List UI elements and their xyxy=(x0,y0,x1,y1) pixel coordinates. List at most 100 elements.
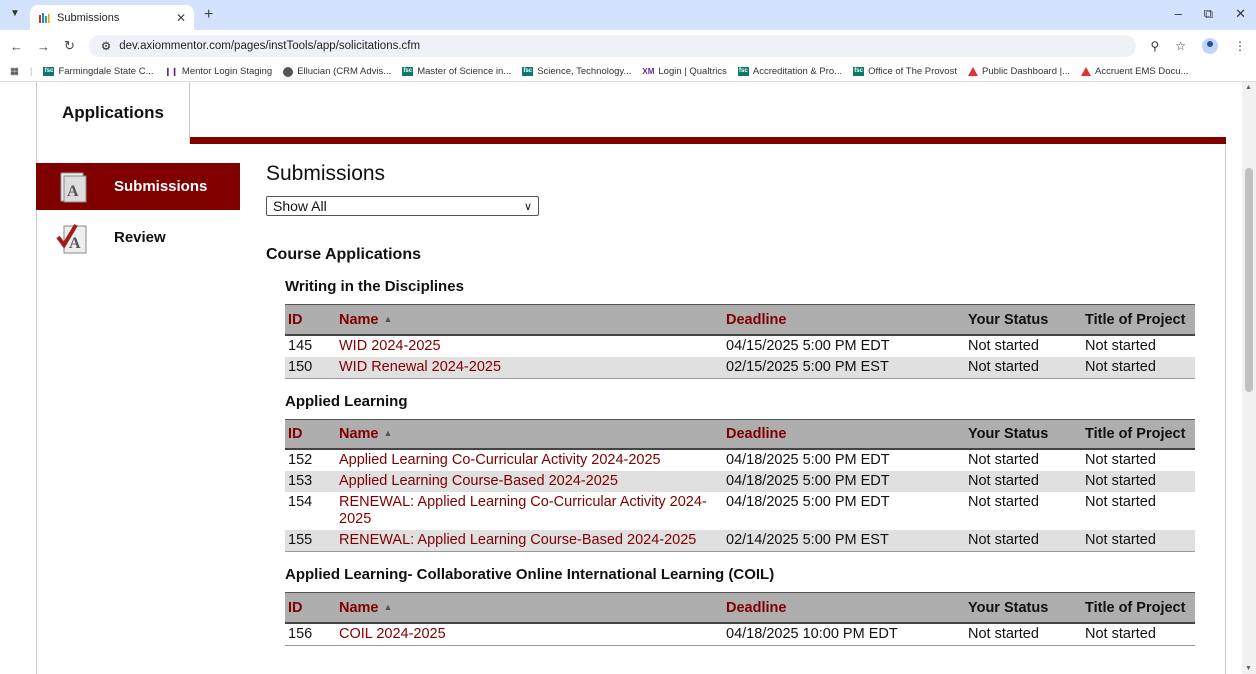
column-header-label: ID xyxy=(288,599,303,616)
mentor-favicon-icon xyxy=(39,12,50,23)
bookmark-star-icon[interactable]: ☆ xyxy=(1175,39,1186,53)
bookmark-label: Master of Science in... xyxy=(417,66,512,77)
scroll-up-icon[interactable]: ▲ xyxy=(1245,84,1252,91)
column-header-id[interactable]: ID xyxy=(285,593,336,623)
bookmark-item[interactable]: fsc Science, Technology... xyxy=(522,66,631,77)
filter-select[interactable]: Show All ∨ xyxy=(266,196,539,216)
bookmark-item[interactable]: Ellucian (CRM Advis... xyxy=(283,66,391,77)
bookmark-item[interactable]: fsc Accreditation & Pro... xyxy=(737,66,843,77)
site-info-icon[interactable]: ⚙ xyxy=(101,39,111,53)
cell-project: Not started xyxy=(1085,625,1156,642)
application-name-link[interactable]: COIL 2024-2025 xyxy=(336,623,723,646)
bookmark-item[interactable]: Accruent EMS Docu... xyxy=(1081,66,1188,77)
column-header-project[interactable]: Title of Project xyxy=(1082,305,1195,335)
forward-icon[interactable]: → xyxy=(37,39,50,54)
scrollbar-thumb[interactable] xyxy=(1245,168,1253,392)
column-header-deadline[interactable]: Deadline xyxy=(723,593,965,623)
submissions-table: ID Name ▲ Deadline Your Status Title of Proje… xyxy=(285,304,1195,379)
column-header-label: Title of Project xyxy=(1085,599,1186,616)
column-header-status[interactable]: Your Status xyxy=(965,305,1082,335)
application-name-link[interactable]: Applied Learning Course-Based 2024-2025 xyxy=(336,471,723,492)
bookmark-label: Ellucian (CRM Advis... xyxy=(297,66,392,77)
browser-tab-strip: ▼ Submissions ✕ + – ⧉ ✕ xyxy=(0,0,1256,30)
cell-project: Not started xyxy=(1085,452,1156,468)
tab-close-icon[interactable]: ✕ xyxy=(176,11,186,25)
sidebar-item-label: Submissions xyxy=(114,178,208,195)
cell-deadline: 02/14/2025 5:00 PM EST xyxy=(726,532,889,548)
column-header-deadline[interactable]: Deadline xyxy=(723,419,965,449)
side-navigation: A Submissions A Review xyxy=(36,163,240,265)
sidebar-item-submissions[interactable]: A Submissions xyxy=(36,163,240,210)
cell-id: 150 xyxy=(288,358,313,375)
sort-ascending-icon: ▲ xyxy=(383,428,393,439)
cell-deadline: 04/18/2025 5:00 PM EDT xyxy=(726,494,890,510)
application-name-link[interactable]: RENEWAL: Applied Learning Course-Based 2… xyxy=(336,530,723,552)
profile-avatar-icon[interactable] xyxy=(1202,38,1218,54)
column-header-status[interactable]: Your Status xyxy=(965,593,1082,623)
apps-grid-icon[interactable]: ▦ xyxy=(10,66,19,77)
zoom-icon[interactable]: ⚲ xyxy=(1150,39,1159,53)
page-viewport: Applications A Submissions A Review Subm… xyxy=(0,82,1256,674)
column-header-id[interactable]: ID xyxy=(285,419,336,449)
fsc-icon: fsc xyxy=(402,67,414,76)
review-check-icon: A xyxy=(56,223,87,253)
sort-ascending-icon: ▲ xyxy=(383,313,393,324)
table-row: 150 WID Renewal 2024-2025 02/15/2025 5:00 … xyxy=(285,356,1195,379)
bookmark-item[interactable]: fsc Master of Science in... xyxy=(402,66,511,77)
url-text: dev.axiommentor.com/pages/instTools/app/… xyxy=(119,40,421,52)
column-header-deadline[interactable]: Deadline xyxy=(723,305,965,335)
scroll-down-icon[interactable]: ▼ xyxy=(1245,665,1252,672)
bookmark-item[interactable]: XM Login | Qualtrics xyxy=(642,66,726,77)
restore-icon[interactable]: ⧉ xyxy=(1204,6,1213,22)
cell-id: 145 xyxy=(288,337,313,354)
minimize-icon[interactable]: – xyxy=(1175,6,1182,22)
column-header-name[interactable]: Name ▲ xyxy=(336,419,723,449)
bookmark-label: Farmingdale State C... xyxy=(58,66,154,77)
bookmark-item[interactable]: Public Dashboard |... xyxy=(967,66,1070,77)
application-name-link[interactable]: Applied Learning Co-Curricular Activity … xyxy=(336,449,723,471)
column-header-id[interactable]: ID xyxy=(285,305,336,335)
cell-status: Not started xyxy=(968,452,1039,468)
cell-project: Not started xyxy=(1085,532,1156,548)
column-header-label: Deadline xyxy=(726,311,787,328)
browser-menu-icon[interactable]: ⋮ xyxy=(1234,39,1246,53)
group-title: Applied Learning xyxy=(285,392,408,410)
address-bar[interactable]: ⚙ dev.axiommentor.com/pages/instTools/ap… xyxy=(88,35,1137,57)
cell-project: Not started xyxy=(1085,473,1156,489)
cell-project: Not started xyxy=(1085,494,1156,510)
bookmark-label: Login | Qualtrics xyxy=(658,66,727,77)
column-header-label: Title of Project xyxy=(1085,311,1186,328)
column-header-status[interactable]: Your Status xyxy=(965,419,1082,449)
column-header-label: ID xyxy=(288,426,303,443)
column-header-name[interactable]: Name ▲ xyxy=(336,593,723,623)
cell-deadline: 04/18/2025 10:00 PM EDT xyxy=(726,625,898,642)
table-row: 156 COIL 2024-2025 04/18/2025 10:00 PM EDT… xyxy=(285,623,1195,646)
application-name-link[interactable]: RENEWAL: Applied Learning Co-Curricular … xyxy=(336,492,723,530)
panel-border-right xyxy=(1225,144,1226,674)
fsc-icon: fsc xyxy=(522,67,534,76)
table-header-row: ID Name ▲ Deadline Your Status Title of Proje… xyxy=(285,419,1195,449)
window-close-icon[interactable]: ✕ xyxy=(1235,6,1246,22)
main-content: Submissions Show All ∨ Course Applicatio… xyxy=(266,162,1196,646)
bookmark-item[interactable]: ❙❙ Mentor Login Staging xyxy=(165,66,273,77)
tab-search-icon[interactable]: ▼ xyxy=(10,8,20,19)
application-name-link[interactable]: WID Renewal 2024-2025 xyxy=(336,357,723,379)
page-scrollbar[interactable]: ▲ ▼ xyxy=(1242,82,1256,674)
back-icon[interactable]: ← xyxy=(10,39,23,54)
reload-icon[interactable]: ↻ xyxy=(64,38,75,54)
browser-tab[interactable]: Submissions ✕ xyxy=(30,5,194,30)
tab-applications[interactable]: Applications xyxy=(36,82,190,144)
tab-underline-bar xyxy=(190,137,1226,144)
column-header-project[interactable]: Title of Project xyxy=(1082,419,1195,449)
bookmark-item[interactable]: fsc Office of The Provost xyxy=(853,66,957,77)
new-tab-button[interactable]: + xyxy=(204,6,213,24)
application-name-link[interactable]: WID 2024-2025 xyxy=(336,335,723,357)
column-header-project[interactable]: Title of Project xyxy=(1082,593,1195,623)
tab-applications-label: Applications xyxy=(61,103,164,122)
bookmark-label: Accreditation & Pro... xyxy=(752,66,843,77)
column-header-name[interactable]: Name ▲ xyxy=(336,305,723,335)
fsc-icon: fsc xyxy=(737,67,749,76)
fsc-icon: fsc xyxy=(43,67,55,76)
sidebar-item-review[interactable]: A Review xyxy=(36,214,240,261)
bookmark-item[interactable]: fsc Farmingdale State C... xyxy=(43,66,154,77)
